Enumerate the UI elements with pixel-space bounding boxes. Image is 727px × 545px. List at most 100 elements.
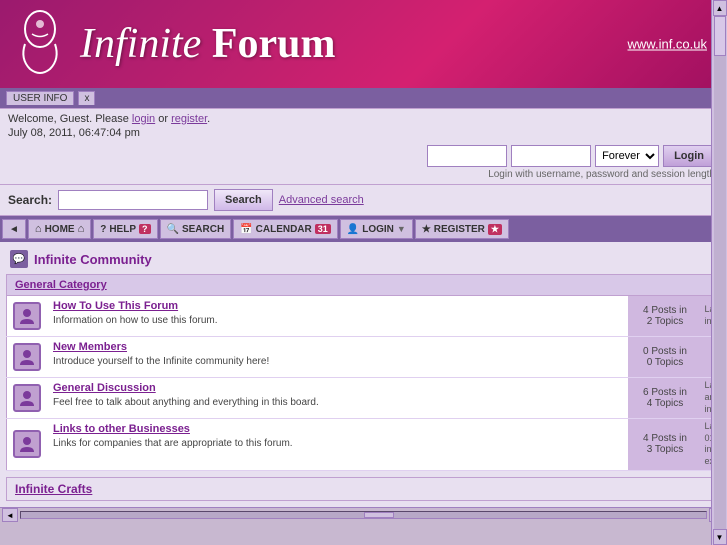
- search-bar: Search: Search Advanced search: [0, 185, 727, 216]
- scroll-left-button[interactable]: ◄: [2, 508, 18, 522]
- forum-description: Feel free to talk about anything and eve…: [53, 397, 319, 408]
- nav-login-item[interactable]: 👤 LOGIN ▼: [340, 219, 413, 239]
- user-info-tab-close[interactable]: x: [78, 91, 95, 105]
- header-logo: [10, 9, 70, 79]
- login-button[interactable]: Login: [663, 145, 715, 167]
- header-title-italic: Infinite: [80, 21, 201, 67]
- login-link[interactable]: login: [132, 113, 155, 125]
- login-row: Forever Login: [8, 145, 719, 167]
- avatar-icon: [17, 434, 37, 454]
- nav-register-label: REGISTER: [434, 224, 485, 235]
- community-icon: 💬: [10, 250, 28, 268]
- advanced-search-link[interactable]: Advanced search: [279, 194, 364, 206]
- forum-stats-cell: 4 Posts in 3 Topics: [628, 419, 703, 471]
- forum-table: General Category How To Use This Forum I…: [6, 274, 721, 471]
- help-icon: ?: [100, 224, 106, 235]
- scroll-up-button[interactable]: ▲: [713, 0, 727, 16]
- category-name[interactable]: General Category: [7, 275, 721, 296]
- forum-info-cell: New Members Introduce yourself to the In…: [47, 337, 628, 378]
- nav-calendar-item[interactable]: 📅 CALENDAR 31: [233, 219, 338, 239]
- nav-register-item[interactable]: ★ REGISTER ★: [415, 219, 509, 239]
- welcome-text: Welcome, Guest. Please login or register…: [8, 113, 719, 125]
- table-row: How To Use This Forum Information on how…: [7, 296, 721, 337]
- forum-name-link[interactable]: New Members: [53, 341, 622, 353]
- forum-description: Information on how to use this forum.: [53, 315, 218, 326]
- nav-help-item[interactable]: ? HELP ?: [93, 219, 157, 239]
- forum-description: Introduce yourself to the Infinite commu…: [53, 356, 269, 367]
- forum-description: Links for companies that are appropriate…: [53, 438, 293, 449]
- calendar-badge: 31: [315, 224, 331, 234]
- forum-stats-cell: 4 Posts in 2 Topics: [628, 296, 703, 337]
- avatar-icon: [17, 388, 37, 408]
- forum-avatar: [13, 384, 41, 412]
- forum-name-link[interactable]: Links to other Businesses: [53, 423, 622, 435]
- v-scroll-track[interactable]: [714, 16, 726, 529]
- main-content: 💬 Infinite Community General Category Ho…: [0, 242, 727, 507]
- header-url[interactable]: www.inf.co.uk: [628, 37, 707, 52]
- register-icon: ★: [422, 224, 431, 235]
- welcome-section: Welcome, Guest. Please login or register…: [0, 108, 727, 185]
- avatar-icon: [17, 347, 37, 367]
- login-dropdown-icon: ▼: [397, 224, 406, 234]
- scroll-down-button[interactable]: ▼: [713, 529, 727, 545]
- header: Infinite Forum www.inf.co.uk: [0, 0, 727, 88]
- community-title: Infinite Community: [34, 252, 152, 267]
- forum-name-link[interactable]: General Discussion: [53, 382, 622, 394]
- session-length-select[interactable]: Forever: [595, 145, 659, 167]
- header-title-bold: Forum: [212, 21, 336, 67]
- register-badge: ★: [488, 224, 502, 235]
- forum-avatar: [13, 343, 41, 371]
- search-label: Search:: [8, 193, 52, 207]
- welcome-date: July 08, 2011, 06:47:04 pm: [8, 127, 719, 139]
- category-header-row: General Category: [7, 275, 721, 296]
- forum-posts: 6 Posts in: [634, 387, 697, 398]
- forum-icon-cell: [7, 296, 48, 337]
- forum-stats-cell: 0 Posts in 0 Topics: [628, 337, 703, 378]
- forum-name-link[interactable]: How To Use This Forum: [53, 300, 622, 312]
- nav-bar: ◄ ⌂ HOME ⌂ ? HELP ? 🔍 SEARCH 📅 CALENDAR …: [0, 216, 727, 242]
- header-title: Infinite Forum: [80, 20, 335, 68]
- nav-home-icon2: ⌂: [78, 223, 85, 235]
- nav-back-icon: ◄: [9, 224, 19, 235]
- forum-avatar: [13, 302, 41, 330]
- login-hint: Login with username, password and sessio…: [8, 169, 719, 184]
- forum-topics: 0 Topics: [634, 357, 697, 368]
- scroll-thumb[interactable]: [364, 512, 394, 518]
- infinite-crafts-title[interactable]: Infinite Crafts: [15, 482, 92, 496]
- forum-icon-cell: [7, 419, 48, 471]
- table-row: New Members Introduce yourself to the In…: [7, 337, 721, 378]
- forum-topics: 3 Topics: [634, 444, 697, 455]
- forum-info-cell: General Discussion Feel free to talk abo…: [47, 378, 628, 419]
- nav-help-label: HELP: [109, 224, 136, 235]
- forum-topics: 4 Topics: [634, 398, 697, 409]
- forum-avatar: [13, 430, 41, 458]
- home-icon: ⌂: [35, 223, 42, 235]
- search-button[interactable]: Search: [214, 189, 273, 211]
- person-icon: 👤: [347, 224, 359, 235]
- table-row: Links to other Businesses Links for comp…: [7, 419, 721, 471]
- forum-topics: 2 Topics: [634, 316, 697, 327]
- register-link[interactable]: register: [171, 113, 207, 125]
- search-icon: 🔍: [167, 224, 179, 235]
- nav-login-label: LOGIN: [362, 224, 394, 235]
- password-input[interactable]: [511, 145, 591, 167]
- vertical-scrollbar: ▲ ▼: [711, 0, 727, 545]
- calendar-icon: 📅: [240, 224, 252, 235]
- community-header: 💬 Infinite Community: [6, 248, 721, 270]
- nav-back-button[interactable]: ◄: [2, 219, 26, 239]
- scroll-track[interactable]: [20, 511, 707, 519]
- forum-icon-cell: [7, 337, 48, 378]
- user-info-bar: USER INFO x: [0, 88, 727, 108]
- table-row: General Discussion Feel free to talk abo…: [7, 378, 721, 419]
- forum-posts: 4 Posts in: [634, 433, 697, 444]
- infinite-crafts-section: Infinite Crafts: [6, 477, 721, 501]
- search-input[interactable]: [58, 190, 208, 210]
- user-info-tab[interactable]: USER INFO: [6, 91, 74, 105]
- v-scroll-thumb[interactable]: [714, 16, 726, 56]
- forum-icon-cell: [7, 378, 48, 419]
- forum-stats-cell: 6 Posts in 4 Topics: [628, 378, 703, 419]
- nav-search-item[interactable]: 🔍 SEARCH: [160, 219, 232, 239]
- nav-home-item[interactable]: ⌂ HOME ⌂: [28, 219, 91, 239]
- nav-home-label: HOME: [45, 224, 75, 235]
- username-input[interactable]: [427, 145, 507, 167]
